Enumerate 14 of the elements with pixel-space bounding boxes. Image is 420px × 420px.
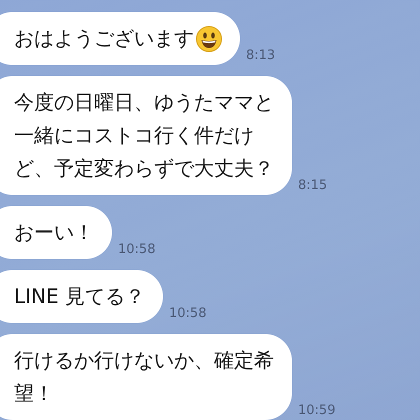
smiley-icon [196,26,222,52]
message-time: 10:59 [298,403,336,420]
message-time: 8:13 [246,48,276,65]
message-time: 10:58 [118,242,156,259]
message-text: おーい！ [14,219,94,246]
message-text: おはようございます [14,25,194,52]
message-time: 10:58 [169,306,206,323]
message-text: 今度の日曜日、ゆうたママと [14,89,274,116]
message-time: 8:15 [298,178,328,195]
message-text: 行けるか行けないか、確定希 [14,347,274,374]
message-text: ど、予定変わらずで大丈夫？ [14,155,274,182]
message-text: 一緒にコストコ行く件だけ [14,122,255,149]
message-text: 望！ [14,380,55,407]
message-text: LINE 見てる？ [14,283,145,310]
